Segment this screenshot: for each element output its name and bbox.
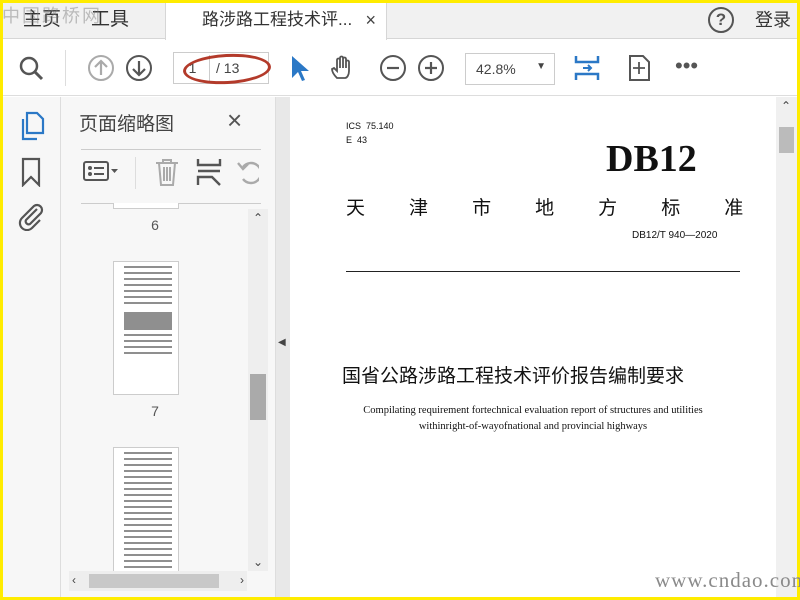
select-cursor-icon[interactable] (285, 54, 313, 82)
zoom-in-icon[interactable] (417, 54, 445, 82)
document-view: ICS 75.140 E 43 DB12 天 津 市 地 方 标 准 DB12/… (290, 97, 776, 597)
zoom-out-icon[interactable] (379, 54, 407, 82)
standard-type: 天 津 市 地 方 标 准 (346, 197, 744, 219)
chevron-left-icon: ◀ (278, 337, 286, 348)
divider (346, 271, 740, 272)
toolbar: / 13 42.8% ▼ ••• (3, 40, 797, 96)
document-title-en-2: withinright-of-wayofnational and provinc… (418, 421, 648, 432)
ics-line: ICS 75.140 (346, 121, 394, 131)
collapse-panel-handle[interactable]: ◀ (276, 97, 290, 597)
standard-number: DB12/T 940—2020 (632, 230, 718, 241)
login-button[interactable]: 登录 (755, 3, 791, 37)
next-page-icon[interactable] (125, 54, 153, 82)
thumbnail-horizontal-scrollbar[interactable]: ‹ › (69, 571, 247, 591)
delete-page-icon[interactable] (153, 157, 181, 187)
scroll-down-icon[interactable]: ⌄ (253, 555, 263, 569)
document-title-cn: 国省公路涉路工程技术评价报告编制要求 (342, 365, 685, 387)
full-screen-icon[interactable] (625, 54, 653, 82)
divider (65, 50, 66, 86)
scroll-up-icon[interactable]: ⌃ (781, 99, 791, 113)
tab-bar: 主页 工具 路涉路工程技术评... × ? 登录 (3, 3, 797, 40)
scrollbar-thumb[interactable] (250, 374, 266, 420)
more-options-icon[interactable]: ••• (675, 54, 703, 82)
panel-title: 页面缩略图 (79, 114, 175, 135)
previous-page-icon[interactable] (87, 54, 115, 82)
left-rail (3, 97, 61, 597)
scrollbar-thumb[interactable] (89, 574, 219, 588)
standard-code: DB12 (606, 138, 697, 180)
thumbnail-vertical-scrollbar[interactable]: ⌃ ⌄ (248, 209, 268, 571)
scroll-up-icon[interactable]: ⌃ (253, 211, 263, 225)
page-thumbnail[interactable] (113, 261, 179, 395)
fit-page-icon[interactable] (573, 54, 601, 82)
document-title-en-1: Compilating requirement fortechnical eva… (363, 405, 703, 416)
page-thumbnails-icon[interactable] (17, 111, 45, 141)
zoom-level-value: 42.8% (476, 61, 516, 77)
thumbnail-label: 7 (151, 403, 159, 419)
divider (135, 157, 136, 189)
thumbnail-options-icon[interactable] (83, 157, 123, 187)
e-line: E 43 (346, 135, 368, 145)
page-thumbnail[interactable] (113, 203, 179, 209)
watermark-site: www.cndao.com (655, 568, 800, 592)
help-icon[interactable]: ? (708, 7, 734, 33)
page-thumbnail[interactable] (113, 447, 179, 573)
search-icon[interactable] (17, 54, 45, 82)
zoom-level-select[interactable]: 42.8% ▼ (465, 53, 555, 85)
chevron-down-icon: ▼ (536, 61, 546, 72)
extract-page-icon[interactable] (195, 157, 223, 187)
scroll-right-icon[interactable]: › (240, 573, 244, 587)
attachment-icon[interactable] (17, 201, 45, 232)
rotate-page-icon[interactable] (235, 157, 259, 187)
divider (81, 149, 261, 150)
scroll-left-icon[interactable]: ‹ (72, 573, 76, 587)
close-tab-icon[interactable]: × (365, 3, 376, 37)
close-panel-icon[interactable]: × (227, 105, 242, 136)
thumbnail-label: 6 (151, 217, 159, 233)
thumbnail-list: 6 7 8 (61, 203, 249, 573)
bookmark-icon[interactable] (17, 157, 45, 188)
hand-tool-icon[interactable] (329, 54, 357, 82)
scrollbar-thumb[interactable] (779, 127, 794, 153)
tab-document[interactable]: 路涉路工程技术评... × (165, 3, 387, 40)
document-scrollbar[interactable]: ⌃ (776, 97, 797, 597)
tab-document-label: 路涉路工程技术评... (202, 10, 353, 29)
watermark-top-left: 中国路桥网 (2, 6, 102, 26)
pdf-reader-window: 主页 工具 路涉路工程技术评... × ? 登录 / 13 42.8% ▼ ••… (3, 3, 797, 597)
thumbnails-panel: 页面缩略图 × 6 7 8 ⌃ ⌄ ‹ › (61, 97, 276, 597)
